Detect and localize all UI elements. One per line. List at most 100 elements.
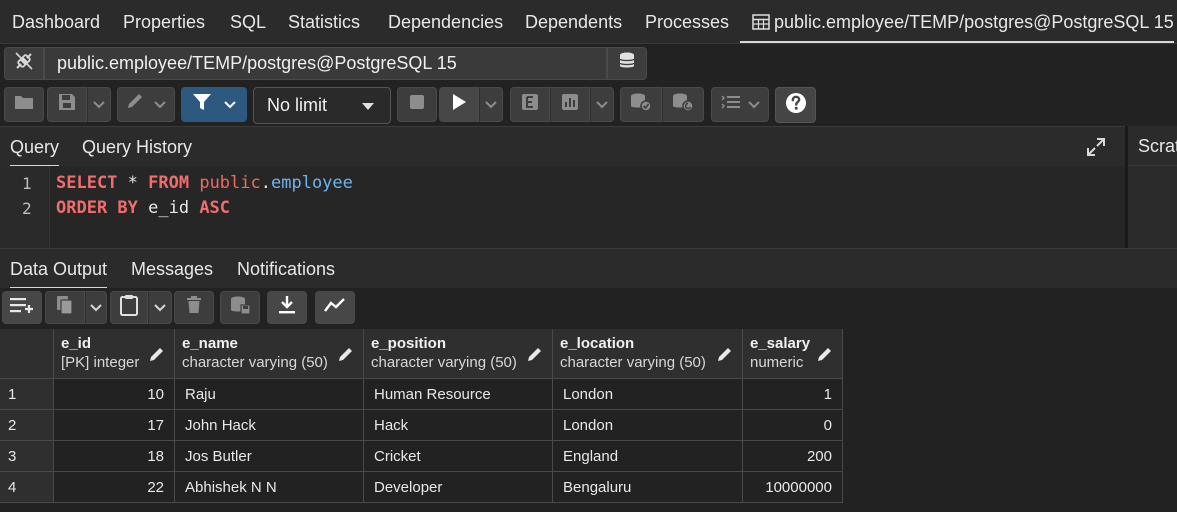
cell-e-id[interactable]: 17 xyxy=(54,410,175,441)
execute-button[interactable] xyxy=(439,87,479,122)
tab-query[interactable]: Query xyxy=(10,137,60,167)
pencil-icon[interactable] xyxy=(527,346,543,367)
chevron-down-icon xyxy=(485,96,497,114)
commit-button[interactable] xyxy=(620,87,662,122)
row-number[interactable]: 4 xyxy=(0,472,54,503)
filter-button[interactable] xyxy=(181,87,247,122)
result-toolbar xyxy=(0,288,1177,329)
connection-selector[interactable]: public.employee/TEMP/postgres@PostgreSQL… xyxy=(44,47,607,80)
chevron-down-icon xyxy=(93,96,105,114)
tab-processes[interactable]: Processes xyxy=(645,12,729,33)
execute-options-dropdown[interactable] xyxy=(479,87,503,122)
cell-e-position[interactable]: Developer xyxy=(364,472,553,503)
column-name: e_position xyxy=(371,335,447,352)
cell-e-salary[interactable]: 1 xyxy=(743,379,843,410)
column-header-e-id[interactable]: e_id [PK] integer xyxy=(54,329,175,379)
rows-limit-select[interactable]: No limit xyxy=(253,87,391,124)
cell-e-name[interactable]: Raju xyxy=(175,379,364,410)
expand-icon[interactable] xyxy=(1086,137,1106,162)
save-data-icon xyxy=(229,295,251,320)
tab-notifications[interactable]: Notifications xyxy=(237,259,335,280)
tab-statistics[interactable]: Statistics xyxy=(288,12,360,33)
rollback-button[interactable] xyxy=(662,87,704,122)
add-row-icon xyxy=(9,296,35,319)
chevron-down-icon xyxy=(596,96,608,114)
chevron-down-icon xyxy=(224,96,236,114)
row-number[interactable]: 3 xyxy=(0,441,54,472)
cell-e-id[interactable]: 18 xyxy=(54,441,175,472)
sql-table: employee xyxy=(271,173,353,193)
play-icon xyxy=(451,93,467,116)
cell-e-name[interactable]: Jos Butler xyxy=(175,441,364,472)
paste-button[interactable] xyxy=(110,291,148,324)
tab-query-tool-label: public.employee/TEMP/postgres@PostgreSQL… xyxy=(774,12,1174,32)
line-number: 2 xyxy=(22,199,32,218)
download-button[interactable] xyxy=(267,291,307,324)
tab-data-output[interactable]: Data Output xyxy=(10,259,108,289)
column-header-e-salary[interactable]: e_salary numeric xyxy=(743,329,843,379)
edit-options-button[interactable] xyxy=(117,87,175,122)
cell-e-salary[interactable]: 10000000 xyxy=(743,472,843,503)
query-toolbar: No limit xyxy=(0,86,1177,126)
explain-analyze-button[interactable] xyxy=(550,87,590,122)
tab-sql[interactable]: SQL xyxy=(230,12,266,33)
cell-e-salary[interactable]: 0 xyxy=(743,410,843,441)
pencil-icon[interactable] xyxy=(149,346,165,367)
column-header-e-location[interactable]: e_location character varying (50) xyxy=(553,329,743,379)
tab-scratch-pad[interactable]: Scrat xyxy=(1138,136,1177,157)
macros-button[interactable] xyxy=(711,87,769,122)
tab-dependencies[interactable]: Dependencies xyxy=(388,12,503,33)
cell-e-location[interactable]: Bengaluru xyxy=(553,472,743,503)
cell-e-position[interactable]: Hack xyxy=(364,410,553,441)
tab-messages[interactable]: Messages xyxy=(131,259,213,280)
row-number[interactable]: 2 xyxy=(0,410,54,441)
column-header-e-position[interactable]: e_position character varying (50) xyxy=(364,329,553,379)
cell-e-location[interactable]: England xyxy=(553,441,743,472)
stop-button[interactable] xyxy=(397,87,437,122)
cell-e-salary[interactable]: 200 xyxy=(743,441,843,472)
cell-e-position[interactable]: Cricket xyxy=(364,441,553,472)
sql-dot: . xyxy=(260,173,271,193)
tab-query-tool[interactable]: public.employee/TEMP/postgres@PostgreSQL… xyxy=(740,12,1174,43)
top-tab-bar: Dashboard Properties SQL Statistics Depe… xyxy=(0,0,1177,44)
graph-icon xyxy=(324,297,346,318)
save-file-button[interactable] xyxy=(47,87,87,122)
save-options-dropdown[interactable] xyxy=(87,87,111,122)
rollback-icon xyxy=(671,92,695,117)
column-header-e-name[interactable]: e_name character varying (50) xyxy=(175,329,364,379)
cell-e-location[interactable]: London xyxy=(553,410,743,441)
tab-dependents[interactable]: Dependents xyxy=(525,12,622,33)
explain-button[interactable] xyxy=(510,87,550,122)
connection-status-button[interactable] xyxy=(4,47,44,80)
data-grid: e_id [PK] integer e_name character varyi… xyxy=(0,329,1177,512)
explain-icon xyxy=(521,93,539,116)
add-row-button[interactable] xyxy=(2,291,42,324)
tab-properties[interactable]: Properties xyxy=(123,12,205,33)
copy-button[interactable] xyxy=(45,291,85,324)
cell-e-id[interactable]: 10 xyxy=(54,379,175,410)
cell-e-id[interactable]: 22 xyxy=(54,472,175,503)
cell-e-location[interactable]: London xyxy=(553,379,743,410)
stop-icon xyxy=(410,95,424,114)
pencil-icon[interactable] xyxy=(338,346,354,367)
paste-options-dropdown[interactable] xyxy=(148,291,172,324)
cell-e-name[interactable]: John Hack xyxy=(175,410,364,441)
tab-dashboard[interactable]: Dashboard xyxy=(12,12,100,33)
new-connection-button[interactable] xyxy=(607,47,647,80)
save-data-button[interactable] xyxy=(220,291,260,324)
explain-options-dropdown[interactable] xyxy=(590,87,614,122)
open-file-button[interactable] xyxy=(4,87,44,122)
pencil-icon[interactable] xyxy=(817,346,833,367)
delete-row-button[interactable] xyxy=(174,291,214,324)
row-number[interactable]: 1 xyxy=(0,379,54,410)
pencil-icon[interactable] xyxy=(717,346,733,367)
trash-icon xyxy=(186,296,202,319)
cell-e-name[interactable]: Abhishek N N xyxy=(175,472,364,503)
chevron-down-icon xyxy=(154,96,166,114)
copy-options-dropdown[interactable] xyxy=(85,291,107,324)
cell-e-position[interactable]: Human Resource xyxy=(364,379,553,410)
sql-editor[interactable]: 1 2 SELECT * FROM public.employee ORDER … xyxy=(0,166,1125,248)
help-button[interactable] xyxy=(775,87,816,123)
tab-query-history[interactable]: Query History xyxy=(82,137,192,158)
graph-visualiser-button[interactable] xyxy=(315,291,355,324)
